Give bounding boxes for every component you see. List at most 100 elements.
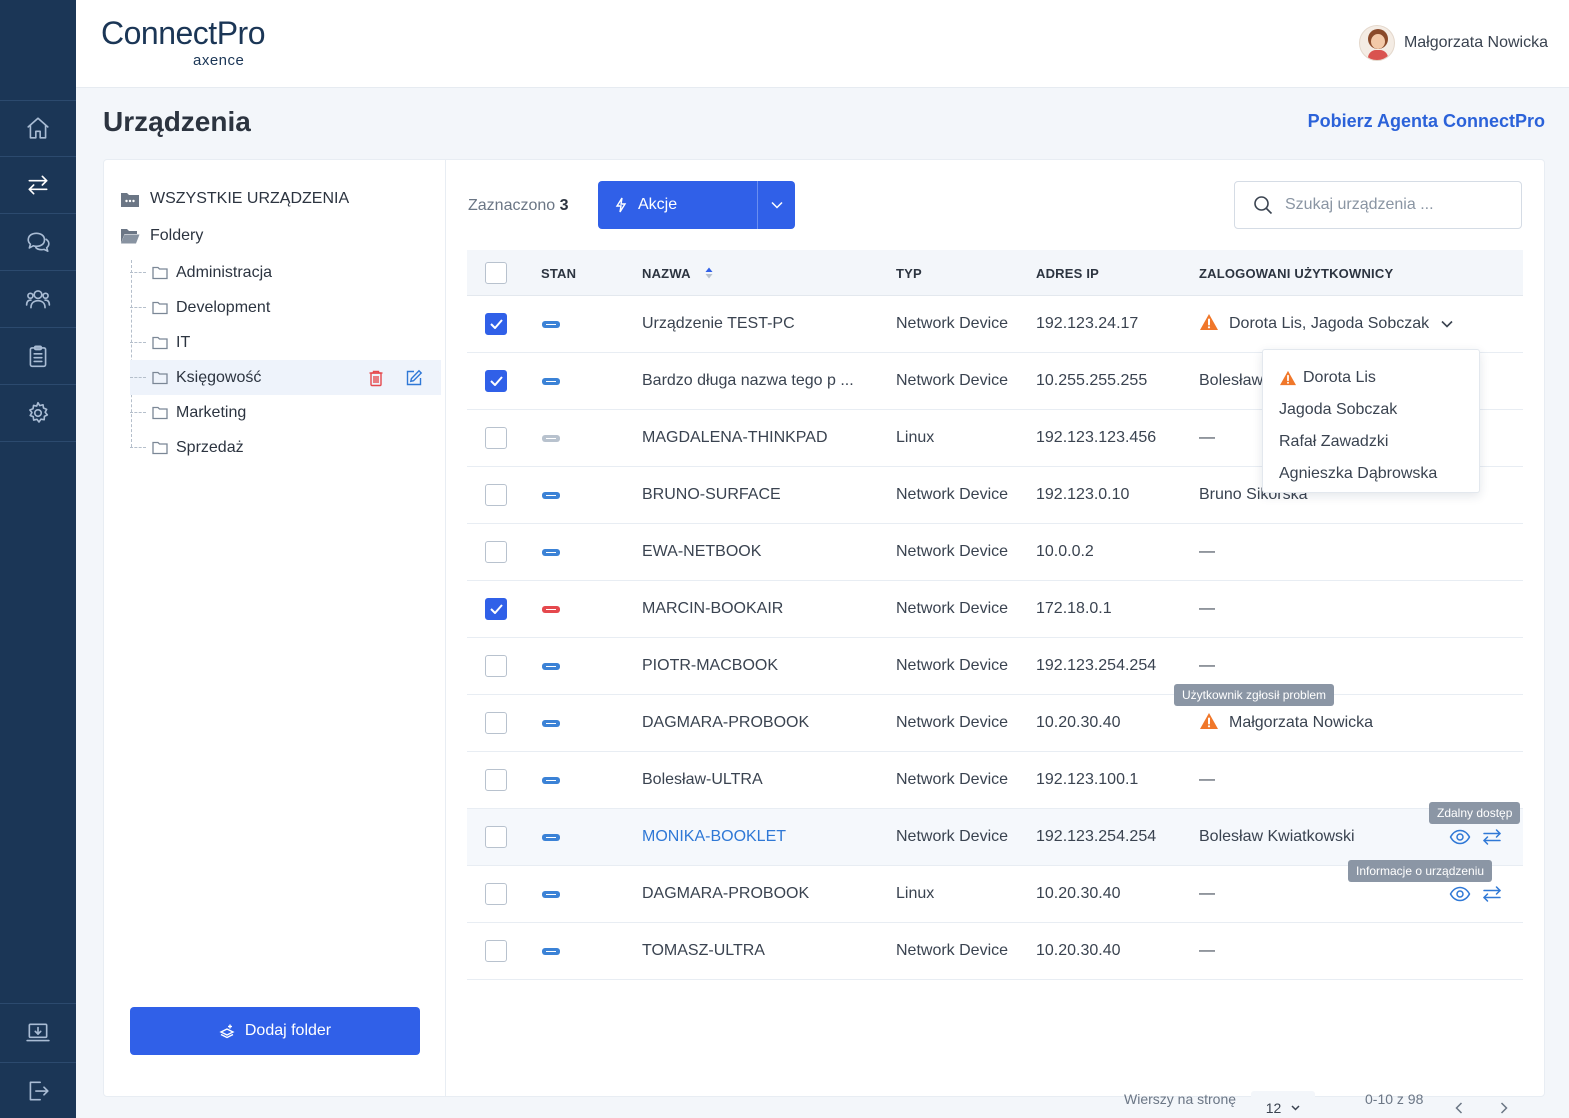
- folder-item[interactable]: IT: [130, 325, 441, 360]
- nav-tasks[interactable]: [0, 328, 76, 385]
- folder-open-icon: [121, 229, 140, 244]
- device-name[interactable]: EWA-NETBOOK: [642, 524, 761, 580]
- nav-users[interactable]: [0, 271, 76, 328]
- search-icon: [1254, 196, 1273, 215]
- logged-users-text: Bolesław: [1199, 372, 1264, 389]
- logged-users: —: [1199, 410, 1215, 466]
- device-type: Network Device: [896, 828, 1009, 845]
- sort-icon[interactable]: [705, 267, 713, 279]
- row-checkbox[interactable]: [485, 940, 507, 962]
- search-input[interactable]: [1285, 196, 1505, 214]
- row-checkbox[interactable]: [485, 484, 507, 506]
- folder-icon: [152, 441, 168, 454]
- device-name[interactable]: MONIKA-BOOKLET: [642, 809, 786, 865]
- device-name[interactable]: MARCIN-BOOKAIR: [642, 581, 783, 637]
- nav-chat[interactable]: [0, 214, 76, 271]
- logged-users: —: [1199, 752, 1215, 808]
- device-name[interactable]: BRUNO-SURFACE: [642, 467, 781, 523]
- row-checkbox[interactable]: [485, 313, 507, 335]
- folder-label: IT: [176, 333, 191, 351]
- column-name[interactable]: NAZWA: [642, 250, 713, 296]
- column-type[interactable]: TYP: [896, 250, 922, 296]
- eye-icon[interactable]: [1449, 828, 1471, 846]
- table-row[interactable]: EWA-NETBOOK Network Device 10.0.0.2 —: [467, 524, 1523, 581]
- device-name[interactable]: DAGMARA-PROBOOK: [642, 695, 809, 751]
- device-ip: 192.123.123.456: [1036, 429, 1157, 446]
- table-row[interactable]: MARCIN-BOOKAIR Network Device 172.18.0.1 —: [467, 581, 1523, 638]
- row-checkbox[interactable]: [485, 826, 507, 848]
- table-row[interactable]: Bolesław-ULTRA Network Device 192.123.100.…: [467, 752, 1523, 809]
- folders-root[interactable]: Foldery: [120, 227, 203, 245]
- folder-item[interactable]: Sprzedaż: [130, 430, 441, 465]
- actions-button[interactable]: Akcje: [598, 181, 795, 229]
- dropdown-option[interactable]: Agnieszka Dąbrowska: [1279, 458, 1479, 490]
- trash-icon[interactable]: [367, 369, 385, 387]
- users-expand-toggle[interactable]: [1441, 315, 1453, 333]
- table-row[interactable]: Urządzenie TEST-PC Network Device 192.123.…: [467, 296, 1523, 353]
- row-checkbox[interactable]: [485, 427, 507, 449]
- device-name[interactable]: Bolesław-ULTRA: [642, 752, 763, 808]
- tooltip-device-info: Informacje o urządzeniu: [1348, 860, 1493, 882]
- row-checkbox[interactable]: [485, 655, 507, 677]
- eye-icon[interactable]: [1449, 885, 1471, 903]
- next-page-button[interactable]: [1493, 1091, 1515, 1118]
- device-name[interactable]: Urządzenie TEST-PC: [642, 296, 795, 352]
- rows-per-page-select[interactable]: 12: [1251, 1091, 1315, 1118]
- app-logo[interactable]: ConnectPro axence: [101, 16, 265, 69]
- nav-settings[interactable]: [0, 385, 76, 442]
- device-status-icon: [542, 776, 560, 784]
- device-name[interactable]: PIOTR-MACBOOK: [642, 638, 778, 694]
- row-checkbox[interactable]: [485, 769, 507, 791]
- edit-icon[interactable]: [405, 369, 423, 387]
- device-type: Network Device: [896, 942, 1009, 959]
- nav-home[interactable]: [0, 100, 76, 157]
- device-name[interactable]: Bardzo długa nazwa tego p ...: [642, 353, 854, 409]
- select-all-checkbox[interactable]: [485, 262, 507, 284]
- table-row[interactable]: MONIKA-BOOKLET Network Device 192.123.254.…: [467, 809, 1523, 866]
- download-agent-link[interactable]: Pobierz Agenta ConnectPro: [1308, 111, 1545, 132]
- remote-access-icon[interactable]: [1481, 885, 1503, 903]
- device-name[interactable]: TOMASZ-ULTRA: [642, 923, 765, 979]
- nav-download-agent[interactable]: [0, 1003, 76, 1061]
- column-users[interactable]: ZALOGOWANI UŻYTKOWNICY: [1199, 250, 1393, 296]
- folder-item-selected[interactable]: Księgowość: [130, 360, 441, 395]
- dropdown-option[interactable]: Dorota Lis: [1279, 362, 1479, 394]
- actions-dropdown-toggle[interactable]: [757, 181, 795, 229]
- all-devices-item[interactable]: WSZYSTKIE URZĄDZENIA: [120, 190, 349, 208]
- dropdown-option-label: Jagoda Sobczak: [1279, 401, 1398, 418]
- prev-page-button[interactable]: [1448, 1091, 1470, 1118]
- search-box[interactable]: [1234, 181, 1522, 229]
- logged-users-text: Bolesław Kwiatkowski: [1199, 828, 1355, 845]
- logged-users[interactable]: Dorota Lis, Jagoda Sobczak: [1199, 296, 1453, 352]
- folder-item[interactable]: Marketing: [130, 395, 441, 430]
- table-row[interactable]: DAGMARA-PROBOOK Network Device 10.20.30.40…: [467, 695, 1523, 752]
- row-checkbox[interactable]: [485, 598, 507, 620]
- dropdown-option[interactable]: Jagoda Sobczak: [1279, 394, 1479, 426]
- table-row[interactable]: TOMASZ-ULTRA Network Device 10.20.30.40 —: [467, 923, 1523, 980]
- folder-item[interactable]: Administracja: [130, 255, 441, 290]
- device-name[interactable]: DAGMARA-PROBOOK: [642, 866, 809, 922]
- table-row[interactable]: PIOTR-MACBOOK Network Device 192.123.254.2…: [467, 638, 1523, 695]
- device-ip: 192.123.0.10: [1036, 486, 1130, 503]
- dropdown-option[interactable]: Rafał Zawadzki: [1279, 426, 1479, 458]
- chevron-left-icon: [1455, 1102, 1463, 1114]
- nav-logout[interactable]: [0, 1062, 76, 1118]
- column-status[interactable]: STAN: [541, 250, 576, 296]
- row-checkbox[interactable]: [485, 883, 507, 905]
- add-folder-button[interactable]: Dodaj folder: [130, 1007, 420, 1055]
- logo-sub-text: axence: [193, 52, 245, 69]
- row-checkbox[interactable]: [485, 712, 507, 734]
- actions-main[interactable]: Akcje: [598, 181, 757, 229]
- device-status-icon: [542, 719, 560, 727]
- column-ip[interactable]: ADRES IP: [1036, 250, 1099, 296]
- warning-icon: [1200, 712, 1218, 729]
- device-name[interactable]: MAGDALENA-THINKPAD: [642, 410, 828, 466]
- row-checkbox[interactable]: [485, 370, 507, 392]
- row-checkbox[interactable]: [485, 541, 507, 563]
- folder-item[interactable]: Development: [130, 290, 441, 325]
- user-menu[interactable]: Małgorzata Nowicka: [1358, 25, 1548, 61]
- logged-users-text: —: [1199, 429, 1215, 446]
- remote-access-icon[interactable]: [1481, 828, 1503, 846]
- logged-users: Bolesław: [1199, 353, 1263, 409]
- nav-remote-access[interactable]: [0, 157, 76, 214]
